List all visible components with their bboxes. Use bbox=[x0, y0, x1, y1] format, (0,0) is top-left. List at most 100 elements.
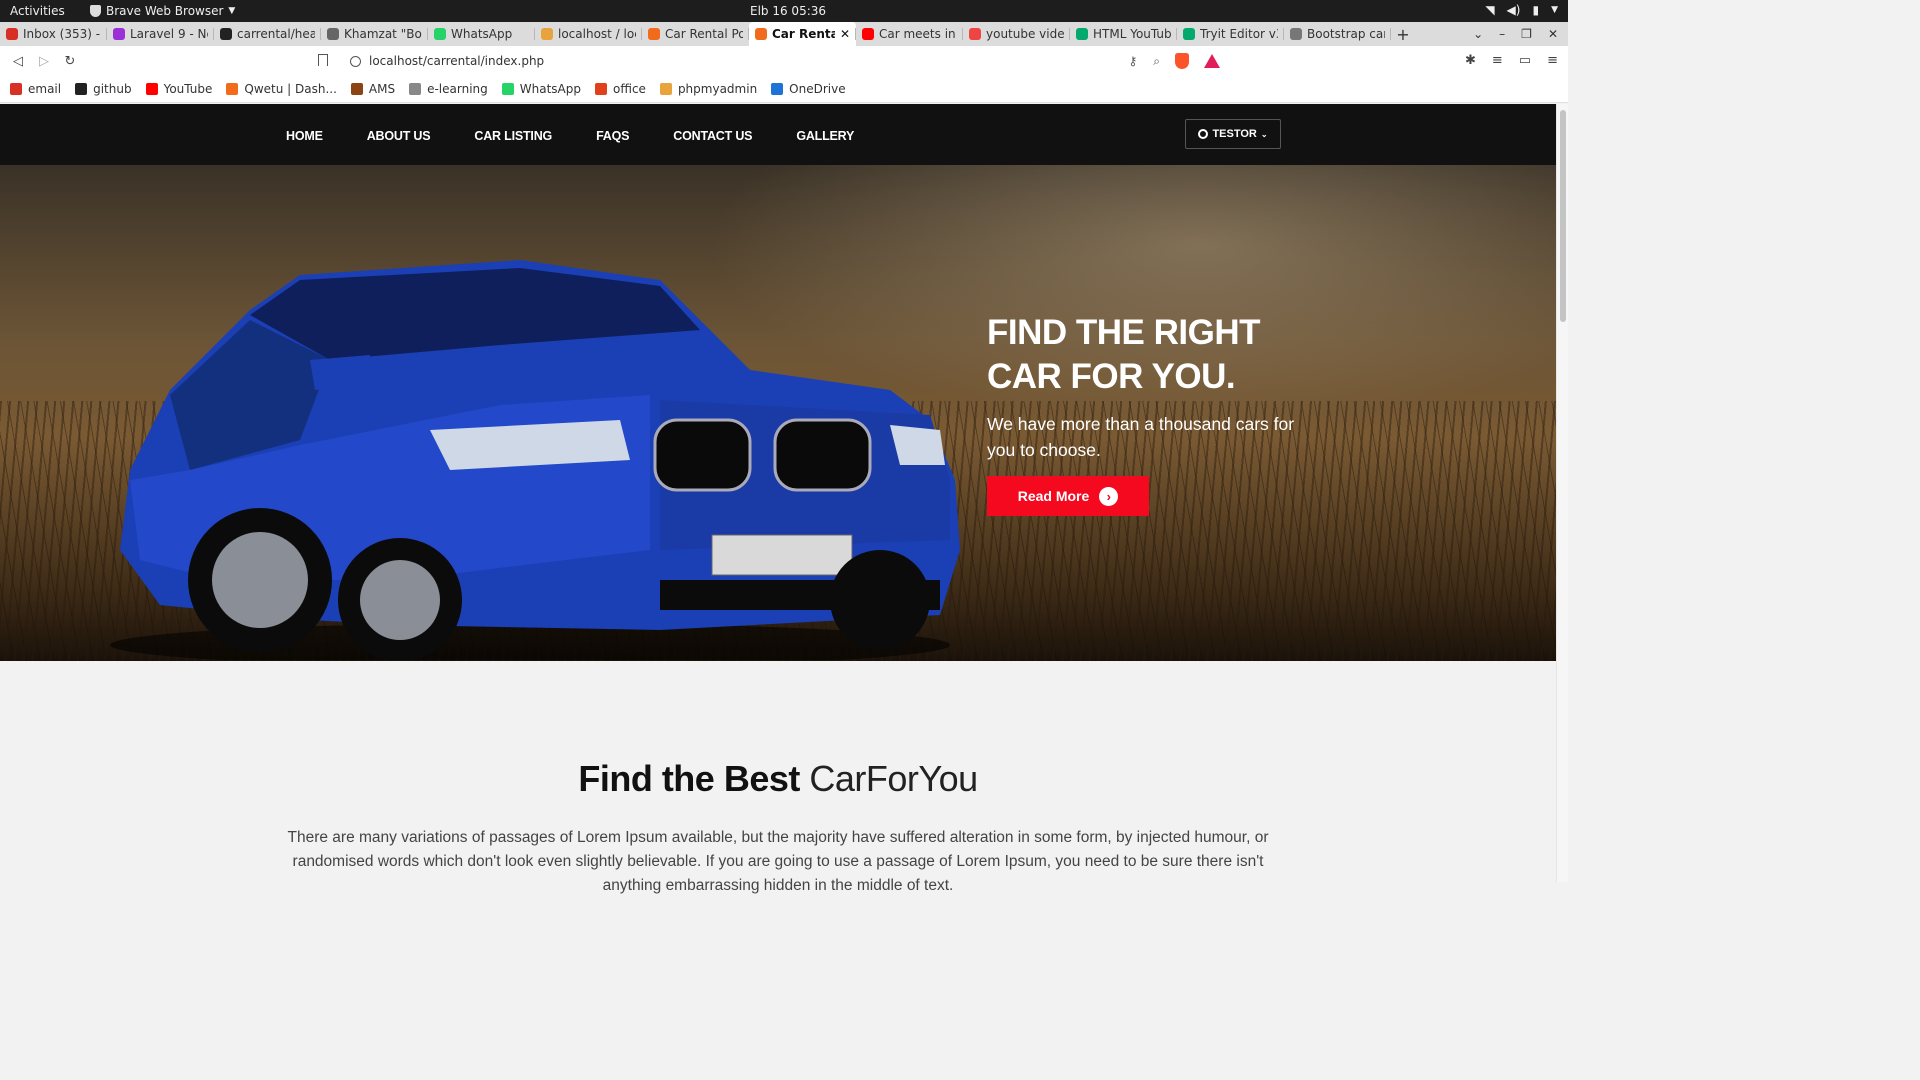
section-title-light: CarForYou bbox=[809, 758, 978, 799]
tab-label: HTML YouTub bbox=[1093, 27, 1171, 41]
github-icon bbox=[220, 28, 232, 40]
bookmark-item[interactable]: AMS bbox=[350, 82, 395, 96]
globe-icon bbox=[1290, 28, 1302, 40]
bookmark-item[interactable]: github bbox=[75, 82, 132, 96]
chevron-down-icon: ▼ bbox=[1551, 5, 1558, 15]
tab-active[interactable]: Car Rental ✕ bbox=[749, 22, 856, 46]
bookmark-item[interactable]: OneDrive bbox=[771, 82, 846, 96]
toolbar: ◁ ▷ ↻ localhost/carrental/index.php ⚷ ⌕ … bbox=[0, 46, 1568, 76]
bookmark-label: email bbox=[28, 82, 62, 96]
site-info-icon[interactable] bbox=[350, 55, 361, 67]
bookmark-favicon-icon bbox=[659, 83, 672, 95]
tab-label: Khamzat "Bor bbox=[344, 27, 422, 41]
wifi-icon: ◥ bbox=[1485, 3, 1495, 17]
section-title-strong: Find the Best bbox=[578, 758, 800, 799]
nav-home[interactable]: HOME bbox=[286, 129, 323, 143]
bookmark-favicon-icon bbox=[409, 83, 422, 95]
gmail-icon bbox=[6, 28, 18, 40]
menu-icon[interactable]: ≡ bbox=[1547, 53, 1558, 68]
key-icon[interactable]: ⚷ bbox=[1128, 54, 1137, 69]
hero-title: FIND THE RIGHT CAR FOR YOU. bbox=[987, 311, 1307, 399]
bookmark-favicon-icon bbox=[771, 83, 784, 95]
bookmark-label: WhatsApp bbox=[519, 82, 581, 96]
tab[interactable]: Tryit Editor v3 bbox=[1177, 22, 1284, 46]
laravel-icon bbox=[113, 28, 125, 40]
page-scrollbar[interactable] bbox=[1556, 104, 1568, 882]
site-navbar: HOME ABOUT US CAR LISTING FAQS CONTACT U… bbox=[0, 104, 1556, 165]
bookmark-item[interactable]: WhatsApp bbox=[501, 82, 581, 96]
bookmark-item[interactable]: Qwetu | Dash... bbox=[226, 82, 337, 96]
volume-icon: ◀) bbox=[1506, 3, 1521, 17]
reading-list-icon[interactable]: ≡ bbox=[1492, 53, 1503, 68]
brave-search-icon bbox=[969, 28, 981, 40]
bookmark-item[interactable]: YouTube bbox=[145, 82, 212, 96]
nav-contact-us[interactable]: CONTACT US bbox=[673, 129, 752, 143]
tab-label: Car Rental Po bbox=[665, 27, 743, 41]
url-text: localhost/carrental/index.php bbox=[369, 54, 545, 68]
forward-button[interactable]: ▷ bbox=[31, 54, 57, 69]
minimize-icon[interactable]: – bbox=[1499, 27, 1505, 41]
nav-car-listing[interactable]: CAR LISTING bbox=[474, 129, 552, 143]
close-window-icon[interactable]: ✕ bbox=[1548, 27, 1558, 41]
nav-faqs[interactable]: FAQS bbox=[596, 129, 629, 143]
back-button[interactable]: ◁ bbox=[5, 54, 31, 69]
app-menu[interactable]: Brave Web Browser ▼ bbox=[90, 4, 235, 18]
wallet-icon[interactable]: ▭ bbox=[1519, 53, 1531, 68]
new-tab-button[interactable]: + bbox=[1391, 25, 1415, 44]
site-icon bbox=[648, 28, 660, 40]
close-tab-icon[interactable]: ✕ bbox=[840, 27, 850, 41]
tab-search-icon[interactable]: ⌄ bbox=[1473, 27, 1483, 41]
hero-car-image bbox=[110, 260, 960, 660]
tab[interactable]: Bootstrap car bbox=[1284, 22, 1391, 46]
bookmark-favicon-icon bbox=[75, 83, 88, 95]
tab[interactable]: carrental/hea bbox=[214, 22, 321, 46]
extensions-icon[interactable]: ✱ bbox=[1465, 53, 1476, 68]
tab[interactable]: Car Rental Po bbox=[642, 22, 749, 46]
bookmark-favicon-icon bbox=[145, 83, 158, 95]
bookmark-favicon-icon bbox=[226, 83, 239, 95]
bookmark-item[interactable]: email bbox=[10, 82, 61, 96]
user-dropdown-button[interactable]: TESTOR ⌄ bbox=[1185, 119, 1281, 149]
system-clock[interactable]: Elb 16 05:36 bbox=[750, 4, 826, 18]
nav-gallery[interactable]: GALLERY bbox=[796, 129, 854, 143]
tab[interactable]: localhost / loc bbox=[535, 22, 642, 46]
app-menu-label: Brave Web Browser bbox=[106, 4, 224, 18]
restore-icon[interactable]: ❐ bbox=[1521, 27, 1532, 41]
tab[interactable]: Inbox (353) - a bbox=[0, 22, 107, 46]
user-icon bbox=[1198, 129, 1209, 139]
brave-rewards-icon[interactable] bbox=[1204, 54, 1220, 68]
tab[interactable]: Car meets in a bbox=[856, 22, 963, 46]
bookmark-item[interactable]: phpmyadmin bbox=[659, 82, 757, 96]
scrollbar-thumb[interactable] bbox=[1560, 110, 1566, 322]
tab-label: Bootstrap car bbox=[1307, 27, 1385, 41]
tab[interactable]: Laravel 9 - Ne bbox=[107, 22, 214, 46]
read-more-button[interactable]: Read More › bbox=[987, 476, 1149, 516]
tab-label: youtube videc bbox=[986, 27, 1064, 41]
tab-label: Tryit Editor v3 bbox=[1200, 27, 1278, 41]
bookmark-label: e-learning bbox=[427, 82, 488, 96]
tab[interactable]: WhatsApp bbox=[428, 22, 535, 46]
tab[interactable]: Khamzat "Bor bbox=[321, 22, 428, 46]
bookmark-favicon-icon bbox=[501, 83, 514, 95]
hero-subtitle: We have more than a thousand cars for yo… bbox=[987, 414, 1295, 460]
tab[interactable]: HTML YouTub bbox=[1070, 22, 1177, 46]
activities-button[interactable]: Activities bbox=[10, 4, 65, 18]
zoom-icon[interactable]: ⌕ bbox=[1153, 54, 1160, 69]
system-tray[interactable]: ◥ ◀) ▮ ▼ bbox=[1485, 3, 1558, 17]
tab-label: localhost / loc bbox=[558, 27, 636, 41]
address-bar[interactable]: localhost/carrental/index.php ⚷ ⌕ bbox=[350, 51, 1160, 71]
bookmark-page-icon[interactable] bbox=[318, 54, 328, 66]
bookmark-favicon-icon bbox=[10, 83, 22, 95]
tab[interactable]: youtube videc bbox=[963, 22, 1070, 46]
bookmark-item[interactable]: office bbox=[595, 82, 646, 96]
nav-about-us[interactable]: ABOUT US bbox=[367, 129, 431, 143]
nav-menu: HOME ABOUT US CAR LISTING FAQS CONTACT U… bbox=[286, 104, 854, 165]
hero-title-line2: CAR FOR YOU. bbox=[987, 357, 1236, 396]
bookmark-item[interactable]: e-learning bbox=[409, 82, 488, 96]
brave-shields-icon[interactable] bbox=[1175, 53, 1189, 69]
battery-icon: ▮ bbox=[1532, 3, 1540, 17]
user-name: TESTOR bbox=[1212, 128, 1257, 140]
bookmarks-bar: email github YouTube Qwetu | Dash... AMS e-le… bbox=[0, 76, 1568, 103]
reload-button[interactable]: ↻ bbox=[57, 54, 83, 69]
extension-icons: ✱ ≡ ▭ ≡ bbox=[1465, 53, 1558, 68]
